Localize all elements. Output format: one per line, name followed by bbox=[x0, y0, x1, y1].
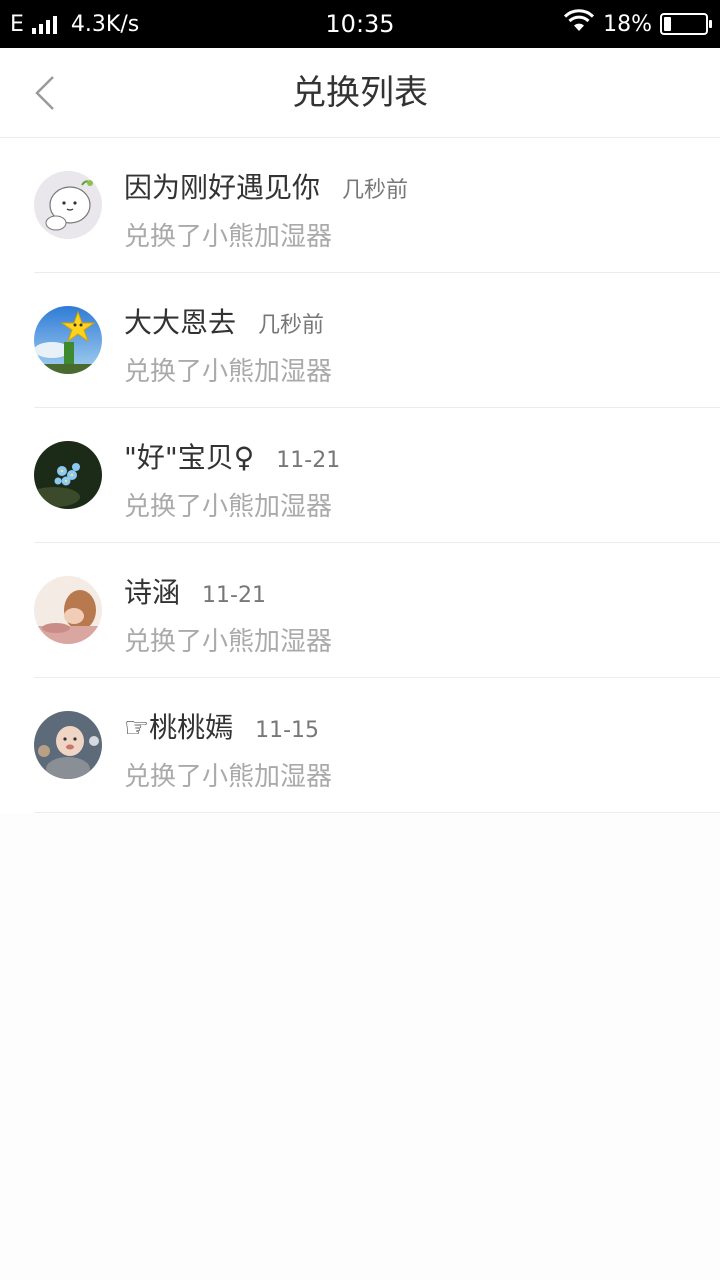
exchange-time: 几秒前 bbox=[342, 178, 409, 203]
user-name: 大大恩去 bbox=[124, 306, 237, 339]
item-header: 大大恩去 几秒前 bbox=[124, 301, 324, 341]
user-name: "好"宝贝♀ bbox=[124, 441, 255, 474]
avatar bbox=[34, 711, 102, 779]
exchange-time: 11-15 bbox=[255, 718, 320, 743]
exchange-time: 几秒前 bbox=[258, 313, 325, 338]
list-item[interactable]: 因为刚好遇见你 几秒前 兑换了小熊加湿器 bbox=[0, 138, 720, 273]
chevron-left-icon bbox=[35, 76, 54, 110]
user-name: ☞桃桃嫣 bbox=[124, 711, 234, 744]
exchange-description: 兑换了小熊加湿器 bbox=[124, 222, 333, 252]
exchange-time: 11-21 bbox=[276, 448, 341, 473]
exchange-description: 兑换了小熊加湿器 bbox=[124, 762, 333, 792]
list-item[interactable]: "好"宝贝♀ 11-21 兑换了小熊加湿器 bbox=[0, 408, 720, 543]
wifi-icon bbox=[563, 9, 595, 39]
battery-percent: 18% bbox=[603, 11, 652, 37]
item-header: 诗涵 11-21 bbox=[124, 571, 266, 611]
page-title: 兑换列表 bbox=[292, 73, 428, 113]
exchange-description: 兑换了小熊加湿器 bbox=[124, 492, 333, 522]
exchange-description: 兑换了小熊加湿器 bbox=[124, 627, 333, 657]
back-button[interactable] bbox=[20, 68, 70, 118]
list-item[interactable]: ☞桃桃嫣 11-15 兑换了小熊加湿器 bbox=[0, 678, 720, 813]
item-header: 因为刚好遇见你 几秒前 bbox=[124, 166, 408, 206]
status-bar: E 4.3K/s 10:35 18% bbox=[0, 0, 720, 48]
user-name: 诗涵 bbox=[124, 576, 181, 609]
battery-level bbox=[664, 17, 672, 31]
avatar bbox=[34, 576, 102, 644]
list-item[interactable]: 诗涵 11-21 兑换了小熊加湿器 bbox=[0, 543, 720, 678]
list-item[interactable]: 大大恩去 几秒前 兑换了小熊加湿器 bbox=[0, 273, 720, 408]
battery-icon bbox=[660, 13, 712, 35]
exchange-time: 11-21 bbox=[202, 583, 266, 608]
user-name: 因为刚好遇见你 bbox=[124, 171, 321, 204]
status-right: 18% bbox=[563, 0, 712, 48]
item-header: ☞桃桃嫣 11-15 bbox=[124, 706, 319, 746]
avatar bbox=[34, 306, 102, 374]
exchange-description: 兑换了小熊加湿器 bbox=[124, 357, 333, 387]
avatar bbox=[34, 171, 102, 239]
exchange-list: 因为刚好遇见你 几秒前 兑换了小熊加湿器 大大恩去 几秒前 兑换了小熊加湿器 "… bbox=[0, 138, 720, 813]
nav-bar: 兑换列表 bbox=[0, 48, 720, 138]
item-header: "好"宝贝♀ 11-21 bbox=[124, 436, 340, 476]
avatar bbox=[34, 441, 102, 509]
